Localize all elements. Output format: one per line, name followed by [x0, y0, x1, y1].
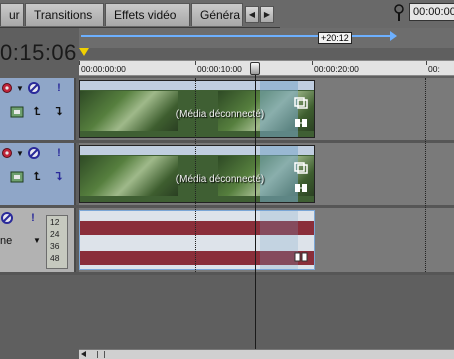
- ruler-tick: [426, 61, 427, 65]
- ruler-label: 00:00:10:00: [197, 64, 242, 74]
- tab-transitions[interactable]: Transitions: [25, 3, 104, 26]
- video-event-2[interactable]: (Média déconnecté): [79, 145, 315, 203]
- tab-scroll-right-button[interactable]: ▶: [260, 6, 274, 23]
- cursor-position-field[interactable]: 00:00:00: [409, 3, 454, 21]
- tab-generators[interactable]: Généra: [191, 3, 243, 26]
- ruler-tick: [79, 61, 80, 65]
- loop-region-bar[interactable]: +20:12: [79, 28, 454, 48]
- meter-label: 48: [50, 253, 60, 263]
- time-ruler[interactable]: 00:00:00:00 00:00:10:00 00:00:20:00 00:: [79, 60, 454, 76]
- tab-video-effects[interactable]: Effets vidéo: [105, 3, 190, 26]
- parent-arrow-icon[interactable]: ⮤: [30, 170, 44, 184]
- solo-icon[interactable]: !: [52, 146, 66, 160]
- video-event-1[interactable]: (Média déconnecté): [79, 80, 315, 138]
- ruler-tick: [195, 61, 196, 65]
- event-title: (Média déconnecté): [175, 174, 265, 185]
- event-fx-icon[interactable]: [294, 182, 308, 194]
- timeline-horizontal-scrollbar[interactable]: [79, 349, 454, 359]
- ruler-label: 00:00:20:00: [314, 64, 359, 74]
- mute-icon[interactable]: [27, 146, 41, 160]
- pan-crop-icon[interactable]: [294, 162, 308, 174]
- grid-line: [195, 78, 196, 272]
- gear-icon[interactable]: [0, 81, 14, 95]
- playhead-line[interactable]: [255, 74, 256, 352]
- tab-scroll-left-button[interactable]: ◀: [245, 6, 259, 23]
- meter-label: 24: [50, 229, 60, 239]
- selection-overlay: [260, 211, 298, 269]
- event-fx-icon[interactable]: [294, 117, 308, 129]
- grid-line: [425, 78, 426, 272]
- ruler-label: 00:00:00:00: [81, 64, 126, 74]
- tab-previous-partial[interactable]: ur: [0, 3, 24, 26]
- event-fx-icon[interactable]: [294, 251, 308, 263]
- meter-label: 12: [50, 217, 60, 227]
- audio-track-name[interactable]: ne: [0, 235, 12, 247]
- solo-icon[interactable]: !: [52, 81, 66, 95]
- mute-icon[interactable]: [0, 211, 14, 225]
- video-track-header-1[interactable]: ▼ ! ⮤ ⮧: [0, 78, 76, 140]
- scroll-thumb[interactable]: [97, 351, 105, 358]
- ruler-tick: [312, 61, 313, 65]
- window-tab-bar: ur Transitions Effets vidéo Généra ◀ ▶: [0, 0, 280, 28]
- playhead-handle[interactable]: [250, 62, 260, 75]
- event-title: (Média déconnecté): [175, 109, 265, 120]
- chevron-down-icon[interactable]: ▼: [13, 81, 27, 95]
- compositing-mode-icon[interactable]: [10, 105, 24, 119]
- gear-icon[interactable]: [0, 146, 14, 160]
- loop-in-marker[interactable]: [79, 48, 89, 56]
- chevron-down-icon[interactable]: ▼: [33, 236, 41, 245]
- ruler-label: 00:: [428, 64, 440, 74]
- mute-icon[interactable]: [27, 81, 41, 95]
- loop-end-handle[interactable]: [390, 31, 397, 41]
- video-track-header-2[interactable]: ▼ ! ⮤ ⮧: [0, 143, 76, 205]
- cursor-timecode: 0:15:06: [0, 40, 77, 65]
- pan-crop-icon[interactable]: [294, 97, 308, 109]
- marker-icon[interactable]: [392, 4, 406, 22]
- chevron-down-icon[interactable]: ▼: [13, 146, 27, 160]
- child-arrow-icon[interactable]: ⮧: [52, 105, 66, 119]
- track-divider[interactable]: [0, 272, 454, 275]
- solo-icon[interactable]: !: [26, 211, 40, 225]
- compositing-mode-icon[interactable]: [10, 170, 24, 184]
- parent-arrow-icon[interactable]: ⮤: [30, 105, 44, 119]
- scroll-left-arrow-icon[interactable]: [81, 351, 86, 357]
- audio-level-meter: 12 24 36 48: [46, 215, 68, 269]
- loop-length-badge: +20:12: [318, 32, 352, 44]
- meter-label: 36: [50, 241, 60, 251]
- child-arrow-icon[interactable]: ⮧: [52, 170, 66, 184]
- marker-toolbar: 00:00:00: [280, 0, 454, 28]
- audio-event[interactable]: [79, 210, 315, 270]
